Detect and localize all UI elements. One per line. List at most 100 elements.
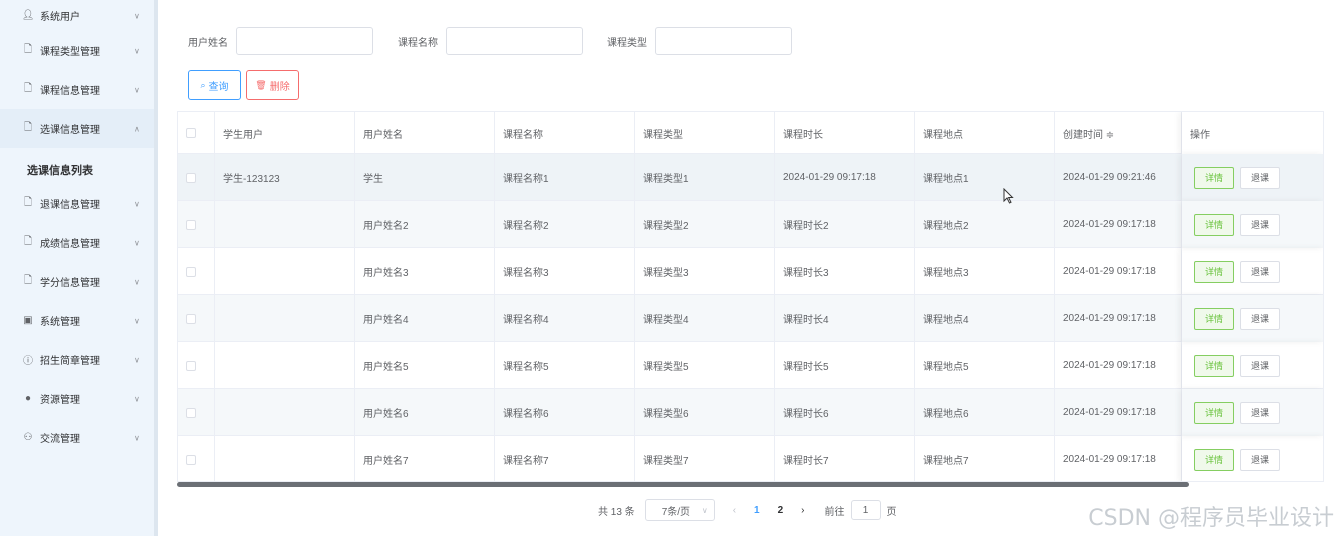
table-row[interactable]: 用户姓名7 课程名称7 课程类型7 课程时长7 课程地点7 2024-01-29 09:1… [178,436,1323,481]
course-type-search: 课程类型 [607,27,792,55]
sidebar-item-label: 课程信息管理 [40,86,100,97]
detail-button[interactable]: 详情 [1194,307,1234,330]
drop-course-button[interactable]: 退课 [1240,448,1280,471]
detail-button[interactable]: 详情 [1194,166,1234,189]
table-row[interactable]: 用户姓名5 课程名称5 课程类型5 课程时长5 课程地点5 2024-01-29 09:1… [178,342,1323,389]
detail-button[interactable]: 详情 [1194,448,1234,471]
detail-button[interactable]: 详情 [1194,354,1234,377]
chevron-up-icon: ∧ [134,124,140,133]
detail-button[interactable]: 详情 [1194,213,1234,236]
user-name-search: 用户姓名 [188,27,373,55]
sidebar-item[interactable]: ● 资源管理 ∨ [0,379,154,418]
sidebar-item[interactable]: 🗋︎ 课程类型管理 ∨ [0,31,154,70]
sidebar-item[interactable]: 🗋︎ 成绩信息管理 ∨ [0,223,154,262]
drop-course-button[interactable]: 退课 [1240,260,1280,283]
drop-course-button[interactable]: 退课 [1240,354,1280,377]
row-checkbox[interactable] [186,313,196,324]
file-icon: 🗋︎ [23,122,33,133]
drop-course-button[interactable]: 退课 [1240,401,1280,424]
sidebar-item-label: 选课信息管理 [40,125,100,136]
table-cell: 课程类型7 [635,436,775,481]
detail-button[interactable]: 详情 [1194,260,1234,283]
sidebar-item-label: 成绩信息管理 [40,239,100,250]
sidebar-item[interactable]: 👤︎ 系统用户 ∨ [0,0,154,35]
chevron-down-icon: ∨ [134,11,140,20]
course-selection-table: 学生用户 用户姓名 课程名称 课程类型 课程时长 课程地点 创建时间 ≑ 操作 学生-1231… [177,111,1324,482]
sidebar-item-label: 招生简章管理 [40,356,100,367]
row-select-cell [178,436,215,481]
delete-label: 删除 [269,81,290,93]
row-checkbox[interactable] [186,407,196,418]
row-checkbox[interactable] [186,172,196,183]
goto-page-input[interactable]: 1 [850,500,881,520]
sidebar-item-label: 学分信息管理 [40,278,100,289]
sidebar-item-label: 课程类型管理 [40,47,100,58]
column-header: 课程类型 [635,112,775,154]
detail-button[interactable]: 详情 [1194,401,1234,424]
table-cell [215,389,355,436]
drop-course-button[interactable]: 退课 [1240,166,1280,189]
sidebar-item[interactable]: 🗋︎ 选课信息管理 ∧ [0,109,154,148]
watermark: CSDN @程序员毕业设计 [1088,506,1334,531]
table-row[interactable]: 用户姓名2 课程名称2 课程类型2 课程时长2 课程地点2 2024-01-29 09:1… [178,201,1323,248]
file-icon: 🗋︎ [23,275,33,286]
page-size-select[interactable]: 7条/页 ∨ [644,499,715,521]
sidebar-item[interactable]: ⓘ 招生简章管理 ∨ [0,340,154,379]
drop-course-button[interactable]: 退课 [1240,213,1280,236]
row-select-cell [178,154,215,201]
table-row[interactable]: 用户姓名3 课程名称3 课程类型3 课程时长3 课程地点3 2024-01-29 09:1… [178,248,1323,295]
table-row[interactable]: 用户姓名4 课程名称4 课程类型4 课程时长4 课程地点4 2024-01-29 09:1… [178,295,1323,342]
horizontal-scrollbar[interactable] [177,482,1189,487]
table-cell: 课程类型6 [635,389,775,436]
row-actions: 详情 退课 [1182,342,1323,389]
sidebar-item[interactable]: 🗋︎ 退课信息管理 ∨ [0,184,154,223]
column-header[interactable]: 创建时间 ≑ [1055,112,1182,154]
next-page-icon[interactable]: › [801,505,804,516]
sidebar-item[interactable]: 🗋︎ 学分信息管理 ∨ [0,262,154,301]
page-size-value: 7条/页 [661,506,691,518]
user-name-input[interactable] [236,27,373,55]
row-checkbox[interactable] [186,360,196,371]
column-header-actions: 操作 [1182,112,1323,154]
table-cell: 学生 [355,154,495,201]
page-1[interactable]: 1 [754,505,760,516]
file-icon: 🗋︎ [23,83,33,94]
sidebar-subitem-course-selection-list[interactable]: 选课信息列表 [0,150,154,189]
column-header: 学生用户 [215,112,355,154]
table-cell: 课程时长3 [775,248,915,295]
chevron-down-icon: ∨ [134,433,140,442]
course-name-search: 课程名称 [398,27,583,55]
sidebar-item[interactable]: ▣ 系统管理 ∨ [0,301,154,340]
prev-page-icon[interactable]: ‹ [733,505,736,516]
table-cell: 课程时长2 [775,201,915,248]
goto-page-value: 1 [862,504,869,516]
table-cell: 课程地点6 [915,389,1055,436]
query-button[interactable]: ⌕ 查询 [188,70,241,100]
sidebar-item[interactable]: ⚇ 交流管理 ∨ [0,418,154,457]
select-all-checkbox[interactable] [186,128,196,138]
sidebar-item-label: 系统管理 [40,317,80,328]
course-type-input[interactable] [655,27,792,55]
sidebar-item[interactable]: 🗋︎ 课程信息管理 ∨ [0,70,154,109]
row-select-cell [178,342,215,389]
delete-button[interactable]: 🗑︎ 删除 [246,70,299,100]
table-cell: 课程类型5 [635,342,775,389]
row-checkbox[interactable] [186,454,196,465]
chevron-down-icon: ∨ [134,238,140,247]
drop-course-button[interactable]: 退课 [1240,307,1280,330]
table-cell: 2024-01-29 09:17:18 [1055,342,1182,389]
row-checkbox[interactable] [186,266,196,277]
table-cell: 课程名称5 [495,342,635,389]
table-cell: 课程地点5 [915,342,1055,389]
table-cell: 学生-123123 [215,154,355,201]
table-row[interactable]: 用户姓名6 课程名称6 课程类型6 课程时长6 课程地点6 2024-01-29 09:1… [178,389,1323,436]
table-cell: 2024-01-29 09:17:18 [1055,436,1182,481]
course-name-input[interactable] [446,27,583,55]
page-2[interactable]: 2 [778,505,784,516]
table-cell: 课程类型1 [635,154,775,201]
table-cell: 2024-01-29 09:21:46 [1055,154,1182,201]
table-row[interactable]: 学生-123123 学生 课程名称1 课程类型1 2024-01-29 09:17:18… [178,154,1323,201]
table-cell: 课程名称3 [495,248,635,295]
row-actions: 详情 退课 [1182,295,1323,342]
row-checkbox[interactable] [186,219,196,230]
